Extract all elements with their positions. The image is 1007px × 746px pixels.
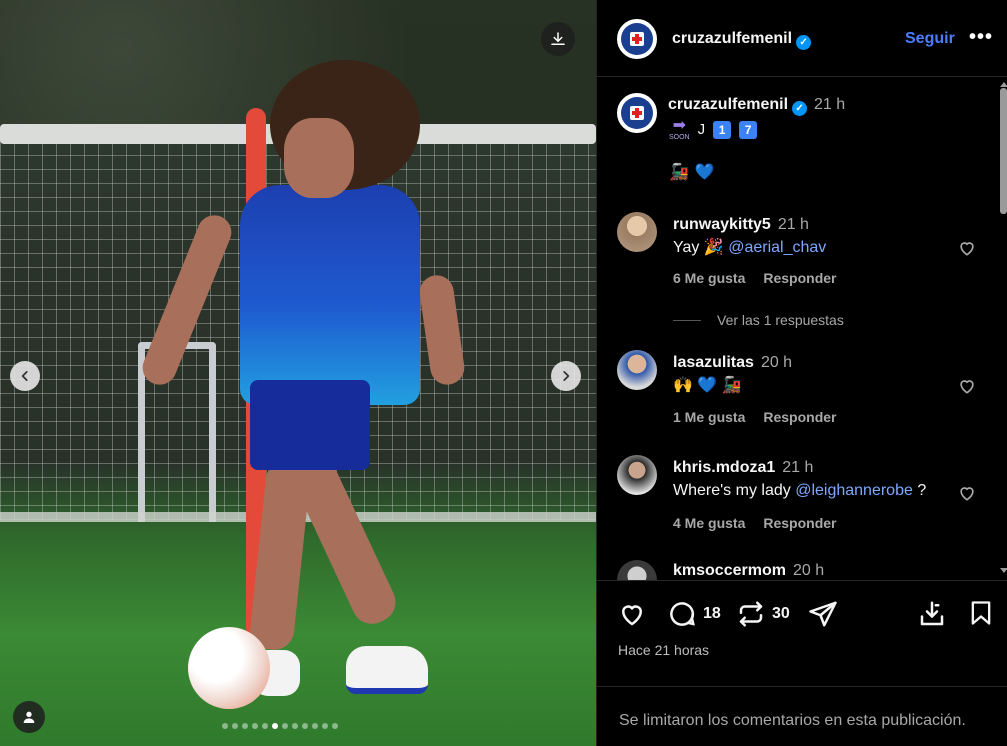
comment-text: Where's my lady @leighannerobe ?: [673, 482, 927, 499]
avatar[interactable]: [617, 350, 657, 390]
comment-count: 18: [703, 605, 721, 622]
photo-player-shorts: [250, 380, 370, 470]
chevron-left-icon[interactable]: [10, 361, 40, 391]
heart-icon[interactable]: [957, 238, 977, 258]
save-to-device-icon: [920, 601, 944, 626]
carousel-dot: [302, 723, 308, 729]
verified-icon: ✓: [796, 35, 812, 50]
carousel-dot: [262, 723, 268, 729]
scroll-up-arrow[interactable]: [1000, 82, 1007, 87]
caption-time: 21 h: [814, 96, 846, 113]
photo-player-face: [284, 118, 354, 198]
comment-time: 20 h: [792, 562, 825, 579]
heart-icon: [621, 605, 643, 626]
chevron-right-icon[interactable]: [551, 361, 581, 391]
blue-heart-emoji: 💙: [694, 164, 715, 181]
comment-username[interactable]: lasazulitas: [673, 354, 754, 371]
photo-soccer-ball: [188, 627, 270, 709]
comments-disabled-footer: Se limitaron los comentarios en esta pub…: [597, 686, 1007, 746]
scrollbar-thumb[interactable]: [1000, 88, 1007, 214]
reply-button[interactable]: Responder: [763, 270, 836, 286]
soon-arrow-icon: ➡ SOON: [669, 117, 690, 142]
avatar[interactable]: [617, 19, 657, 59]
caption-line-1: ➡ SOON J 1 7: [669, 117, 758, 142]
photo-player-jersey: [240, 185, 420, 405]
bookmark-button[interactable]: [967, 599, 995, 627]
mention-link[interactable]: @leighannerobe: [795, 482, 913, 499]
comments-list[interactable]: cruzazulfemenil ✓ 21 h ➡ SOON J 1 7 🚂 💙 run…: [597, 78, 1007, 580]
keycap-digit: 1: [713, 120, 732, 139]
user-tag-icon[interactable]: [13, 701, 45, 733]
repost-icon: [739, 601, 763, 627]
post-photo: [0, 0, 596, 746]
heart-icon[interactable]: [957, 483, 977, 503]
comment-username[interactable]: khris.mdoza1: [673, 459, 775, 476]
scroll-down-arrow[interactable]: [1000, 568, 1007, 573]
avatar[interactable]: [617, 455, 657, 495]
comment-text: Yay 🎉 @aerial_chav: [673, 239, 827, 256]
caption-username[interactable]: cruzazulfemenil: [668, 96, 788, 113]
repost-button[interactable]: 30: [736, 599, 790, 629]
comment-likes[interactable]: 6 Me gusta: [673, 270, 745, 286]
comment-time: 20 h: [760, 354, 793, 371]
repost-count: 30: [772, 605, 790, 622]
reply-button[interactable]: Responder: [763, 515, 836, 531]
username-text[interactable]: cruzazulfemenil: [672, 30, 792, 47]
comments-limited-message: Se limitaron los comentarios en esta pub…: [619, 712, 966, 729]
comment-button[interactable]: 18: [667, 599, 721, 629]
post-time-ago: Hace 21 horas: [618, 642, 710, 658]
carousel-dot: [242, 723, 248, 729]
carousel-dot: [282, 723, 288, 729]
comment-likes[interactable]: 1 Me gusta: [673, 409, 745, 425]
carousel-dot: [292, 723, 298, 729]
header-username[interactable]: cruzazulfemenil ✓: [672, 30, 812, 50]
send-icon: [809, 601, 837, 627]
carousel-dot: [312, 723, 318, 729]
avatar[interactable]: [617, 212, 657, 252]
post-header: cruzazulfemenil ✓ Seguir •••: [597, 0, 1007, 77]
view-replies-button[interactable]: Ver las 1 respuestas: [673, 312, 844, 328]
share-button[interactable]: [808, 599, 838, 629]
comment-username[interactable]: kmsoccermom: [673, 562, 786, 579]
comment-time: 21 h: [782, 459, 814, 476]
carousel-dot: [232, 723, 238, 729]
comment-username[interactable]: runwaykitty5: [673, 216, 771, 233]
heart-icon[interactable]: [957, 376, 977, 396]
carousel-dot: [332, 723, 338, 729]
photo-player-shoe: [346, 646, 428, 694]
comment-likes[interactable]: 4 Me gusta: [673, 515, 745, 531]
carousel-dot: [252, 723, 258, 729]
carousel-dots: [222, 723, 338, 729]
caption-line-2: 🚂 💙: [669, 162, 715, 182]
comments-scrollbar[interactable]: [998, 78, 1007, 580]
train-emoji: 🚂: [669, 164, 689, 181]
follow-button[interactable]: Seguir: [905, 30, 955, 48]
verified-icon: ✓: [792, 101, 808, 116]
comment-time: 21 h: [777, 216, 809, 233]
post-panel: cruzazulfemenil ✓ Seguir ••• cruzazulfeme…: [596, 0, 1007, 746]
carousel-dot: [272, 723, 278, 729]
avatar[interactable]: [617, 560, 657, 580]
carousel-dot: [222, 723, 228, 729]
download-icon[interactable]: [541, 22, 575, 56]
mention-link[interactable]: @aerial_chav: [728, 239, 826, 256]
keycap-digit: 7: [739, 120, 758, 139]
bookmark-icon: [971, 601, 991, 625]
reply-button[interactable]: Responder: [763, 409, 836, 425]
caption-letter: J: [697, 121, 706, 138]
carousel-dot: [322, 723, 328, 729]
save-to-device-button[interactable]: [917, 599, 947, 629]
more-options-icon[interactable]: •••: [969, 26, 993, 49]
avatar[interactable]: [617, 93, 657, 133]
comment-icon: [670, 602, 695, 626]
like-button[interactable]: [617, 599, 647, 629]
action-bar: 18 30 Hace 21 horas: [597, 580, 1007, 690]
comment-text: 🙌 💙 🚂: [673, 377, 742, 394]
